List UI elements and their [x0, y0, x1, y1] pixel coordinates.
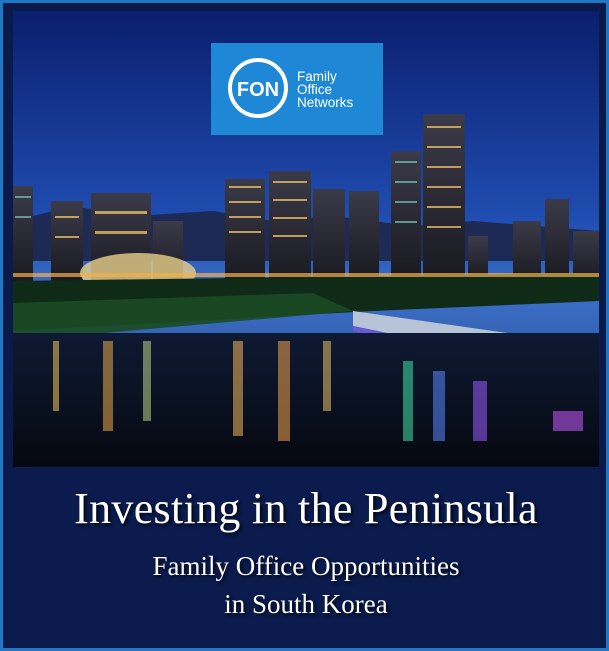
caption-panel: Investing in the Peninsula Family Office… — [13, 467, 599, 643]
subtitle-line-2: in South Korea — [224, 589, 388, 619]
subtitle-line-1: Family Office Opportunities — [152, 551, 460, 581]
fon-logo: FON Family Office Networks — [211, 43, 383, 135]
cover-subtitle: Family Office Opportunities in South Kor… — [13, 547, 599, 623]
cover-title: Investing in the Peninsula — [74, 484, 538, 533]
logo-line-3: Networks — [297, 95, 354, 110]
cover-frame: FON Family Office Networks Investing in … — [0, 0, 609, 651]
logo-wordmark: Family Office Networks — [297, 70, 354, 110]
logo-monogram: FON — [237, 79, 279, 101]
fon-circle-logo-icon: FON — [228, 58, 288, 118]
